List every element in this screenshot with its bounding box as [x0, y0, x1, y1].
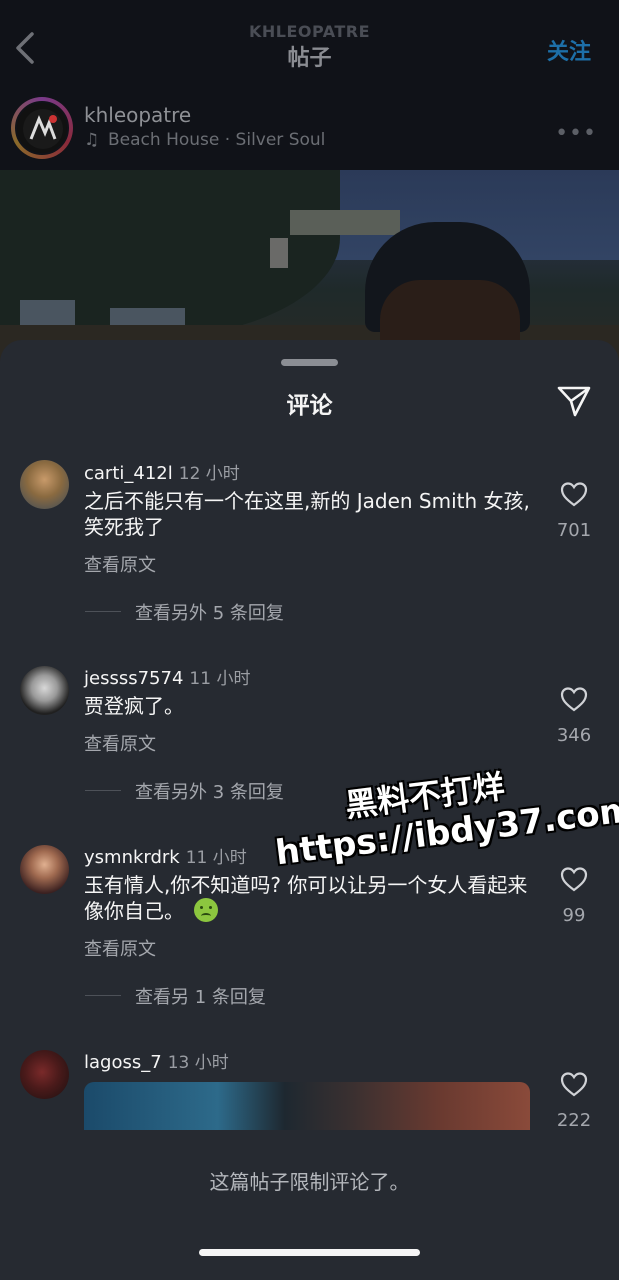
post-header: KHLEOPATRE 帖子 关注 [0, 0, 619, 95]
like-count: 99 [562, 905, 586, 926]
comment-username[interactable]: ysmnkrdrk [84, 847, 180, 868]
comment-text: 贾登疯了。 [84, 694, 184, 718]
heart-icon[interactable] [560, 686, 588, 712]
see-translation-link[interactable]: 查看原文 [84, 935, 156, 961]
comments-restricted-footer: 这篇帖子限制评论了。 [0, 1130, 619, 1280]
comment-username[interactable]: jessss7574 [84, 668, 183, 689]
replies-divider [85, 995, 121, 996]
more-options-icon[interactable]: ••• [555, 121, 597, 146]
like-count: 346 [556, 725, 592, 746]
comment-time: 13 小时 [167, 1053, 229, 1073]
page-title: 帖子 [287, 46, 332, 71]
comment-time: 11 小时 [185, 848, 247, 868]
author-username[interactable]: khleopatre [84, 103, 191, 127]
replies-divider [85, 790, 121, 791]
author-avatar[interactable] [11, 97, 73, 159]
like-count: 701 [556, 520, 592, 541]
comments-sheet: 评论 carti_412l 12 小时 之后不能只有一个在这里,新的 Jaden … [0, 340, 619, 1280]
avatar[interactable] [20, 460, 69, 509]
see-translation-link[interactable]: 查看原文 [84, 551, 156, 577]
home-indicator[interactable] [199, 1249, 420, 1256]
heart-icon[interactable] [560, 866, 588, 892]
music-row[interactable]: ♫ Beach House · Silver Soul [84, 130, 325, 150]
comment-text: 之后不能只有一个在这里,新的 Jaden Smith 女孩,笑死我了 [84, 489, 530, 539]
music-label: Beach House · Silver Soul [108, 130, 326, 150]
like-count: 222 [556, 1110, 592, 1131]
post-author-row: khleopatre ♫ Beach House · Silver Soul ••… [0, 95, 619, 170]
heart-icon[interactable] [560, 481, 588, 507]
comment-username[interactable]: lagoss_7 [84, 1052, 162, 1073]
comment-time: 12 小时 [178, 464, 240, 484]
music-note-icon: ♫ [84, 130, 100, 150]
comment-time: 11 小时 [189, 669, 251, 689]
avatar[interactable] [20, 1050, 69, 1099]
comment-username[interactable]: carti_412l [84, 463, 173, 484]
avatar[interactable] [20, 666, 69, 715]
share-paper-plane-icon[interactable] [556, 384, 592, 418]
see-translation-link[interactable]: 查看原文 [84, 730, 156, 756]
header-username: KHLEOPATRE [248, 22, 371, 41]
restricted-notice: 这篇帖子限制评论了。 [209, 1170, 410, 1194]
comment-gif-preview[interactable] [84, 1082, 530, 1137]
view-replies-link[interactable]: 查看另外 5 条回复 [135, 599, 284, 625]
sheet-drag-handle[interactable] [281, 359, 338, 366]
view-replies-link[interactable]: 查看另外 3 条回复 [135, 778, 284, 804]
avatar[interactable] [20, 845, 69, 894]
view-replies-link[interactable]: 查看另 1 条回复 [135, 983, 266, 1009]
follow-button[interactable]: 关注 [547, 34, 591, 66]
heart-icon[interactable] [560, 1071, 588, 1097]
replies-divider [85, 611, 121, 612]
comment-text: 玉有情人,你不知道吗? 你可以让另一个女人看起来像你自己。 [84, 873, 528, 923]
sheet-title: 评论 [286, 393, 333, 419]
nauseated-face-emoji-icon [194, 898, 218, 922]
